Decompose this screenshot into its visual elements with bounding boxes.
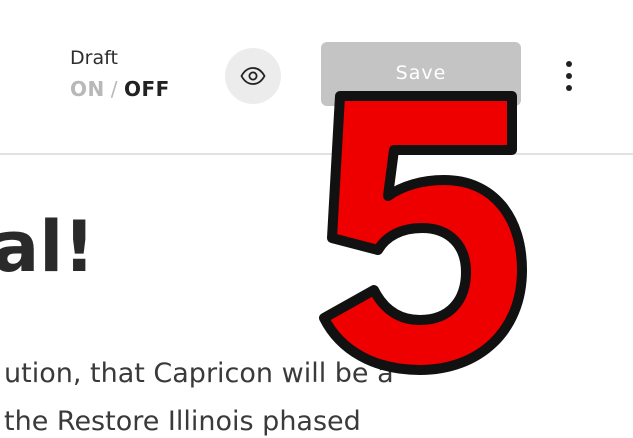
five-glyph [319,91,527,375]
post-title: al! [0,206,96,288]
preview-button[interactable] [225,48,281,104]
draft-toggle-separator: / [110,77,118,101]
more-options-button[interactable] [552,56,586,96]
kebab-dot [566,73,572,79]
draft-label: Draft [70,47,118,69]
draft-on-option[interactable]: ON [70,77,105,101]
draft-toggle[interactable]: ON / OFF [70,77,170,101]
kebab-menu-icon [566,61,572,67]
eye-icon [240,67,266,85]
draft-off-option[interactable]: OFF [124,77,170,101]
number-five-overlay [319,91,527,375]
kebab-dot [566,85,572,91]
body-text-line: the Restore Illinois phased [4,406,361,437]
